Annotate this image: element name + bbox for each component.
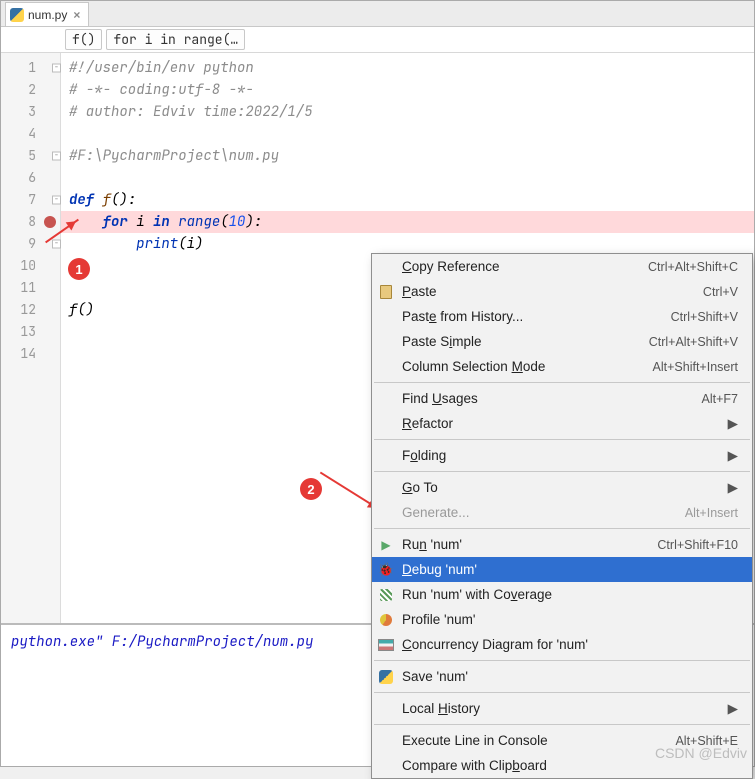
menu-separator xyxy=(374,382,750,383)
file-tab[interactable]: num.py × xyxy=(5,2,89,26)
coverage-icon xyxy=(378,587,394,603)
line-number: 5− xyxy=(1,145,60,167)
breadcrumb-bar: f() for i in range(… xyxy=(1,27,754,53)
menu-generate[interactable]: Generate...Alt+Insert xyxy=(372,500,752,525)
tab-bar: num.py × xyxy=(1,1,754,27)
line-number: 13 xyxy=(1,321,60,343)
fold-icon[interactable]: − xyxy=(52,152,61,161)
comment: # author: Edviv time:2022/1/5 xyxy=(69,103,313,121)
comment: #!/user/bin/env python xyxy=(69,59,254,77)
context-menu: Copy ReferenceCtrl+Alt+Shift+C PasteCtrl… xyxy=(371,253,753,779)
annotation-bubble-2: 2 xyxy=(300,478,322,500)
code-line: print(i) xyxy=(69,233,754,255)
line-number: 6 xyxy=(1,167,60,189)
comment: # -*- coding:utf-8 -*- xyxy=(69,81,254,99)
menu-run-coverage[interactable]: Run 'num' with Coverage xyxy=(372,582,752,607)
menu-separator xyxy=(374,471,750,472)
line-number: 4 xyxy=(1,123,60,145)
menu-local-history[interactable]: Local History▶ xyxy=(372,696,752,721)
menu-find-usages[interactable]: Find UsagesAlt+F7 xyxy=(372,386,752,411)
line-number: 3 xyxy=(1,101,60,123)
menu-separator xyxy=(374,528,750,529)
menu-profile[interactable]: Profile 'num' xyxy=(372,607,752,632)
line-number: 12 xyxy=(1,299,60,321)
line-number: 10 xyxy=(1,255,60,277)
menu-concurrency[interactable]: Concurrency Diagram for 'num' xyxy=(372,632,752,657)
console-line: python.exe" F:/PycharmProject/num.py xyxy=(11,633,313,651)
profile-icon xyxy=(378,612,394,628)
concurrency-icon xyxy=(378,637,394,653)
close-icon[interactable]: × xyxy=(71,8,82,22)
breakpoint-icon[interactable] xyxy=(44,216,56,228)
menu-separator xyxy=(374,439,750,440)
run-icon: ▶ xyxy=(378,537,394,553)
line-number: 8 xyxy=(1,211,60,233)
menu-column-selection[interactable]: Column Selection ModeAlt+Shift+Insert xyxy=(372,354,752,379)
fold-icon[interactable]: − xyxy=(52,64,61,73)
line-number: 2 xyxy=(1,79,60,101)
fold-icon[interactable]: − xyxy=(52,196,61,205)
python-file-icon xyxy=(10,8,24,22)
debug-icon: 🐞 xyxy=(378,562,394,578)
menu-debug[interactable]: 🐞Debug 'num' xyxy=(372,557,752,582)
breadcrumb-scope[interactable]: f() xyxy=(65,29,102,50)
menu-save[interactable]: Save 'num' xyxy=(372,664,752,689)
menu-separator xyxy=(374,660,750,661)
menu-separator xyxy=(374,724,750,725)
menu-goto[interactable]: Go To▶ xyxy=(372,475,752,500)
menu-separator xyxy=(374,692,750,693)
menu-paste[interactable]: PasteCtrl+V xyxy=(372,279,752,304)
line-number: 11 xyxy=(1,277,60,299)
annotation-bubble-1: 1 xyxy=(68,258,90,280)
gutter: 1− 2 3 4 5− 6 7− 8 9− 10 11 12 13 14 xyxy=(1,53,61,623)
line-number: 1− xyxy=(1,57,60,79)
line-number: 7− xyxy=(1,189,60,211)
comment: #F:\PycharmProject\num.py xyxy=(69,147,279,165)
code-line: for i in range(10): xyxy=(69,211,754,233)
menu-paste-history[interactable]: Paste from History...Ctrl+Shift+V xyxy=(372,304,752,329)
menu-paste-simple[interactable]: Paste SimpleCtrl+Alt+Shift+V xyxy=(372,329,752,354)
line-number: 14 xyxy=(1,343,60,365)
code-line: def f(): xyxy=(69,189,754,211)
paste-icon xyxy=(378,284,394,300)
fold-icon[interactable]: − xyxy=(52,240,61,249)
watermark: CSDN @Edviv xyxy=(655,745,747,761)
menu-refactor[interactable]: Refactor▶ xyxy=(372,411,752,436)
tab-filename: num.py xyxy=(28,8,67,22)
breadcrumb-scope[interactable]: for i in range(… xyxy=(106,29,245,50)
menu-folding[interactable]: Folding▶ xyxy=(372,443,752,468)
menu-run[interactable]: ▶Run 'num'Ctrl+Shift+F10 xyxy=(372,532,752,557)
menu-copy-reference[interactable]: Copy ReferenceCtrl+Alt+Shift+C xyxy=(372,254,752,279)
python-icon xyxy=(378,669,394,685)
